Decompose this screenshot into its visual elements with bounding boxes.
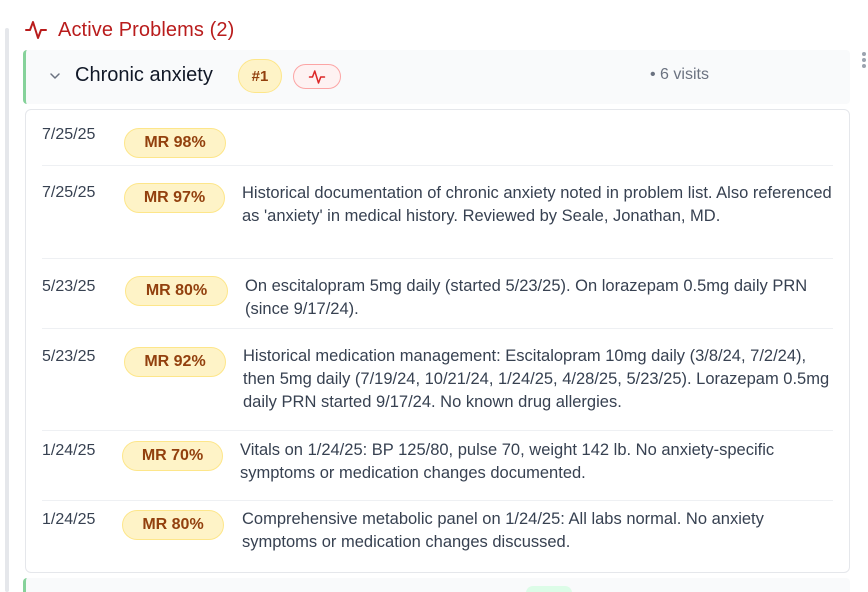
entry-note: Historical medication management: Escita… xyxy=(243,347,830,411)
entry-note: Vitals on 1/24/25: BP 125/80, pulse 70, … xyxy=(240,441,775,482)
drag-handle-icon[interactable] xyxy=(862,52,866,68)
rank-badge: #1 xyxy=(238,59,282,93)
entry-note: Historical documentation of chronic anxi… xyxy=(242,184,832,225)
match-rate-badge: MR 80% xyxy=(122,510,224,540)
match-rate-badge: MR 92% xyxy=(124,347,226,377)
list-item: 7/25/25 MR 97% Historical documentation … xyxy=(42,166,833,259)
activity-badge xyxy=(293,64,341,89)
section-header: Active Problems (2) xyxy=(24,16,234,44)
scroll-rail[interactable] xyxy=(5,28,9,592)
entry-note: Comprehensive metabolic panel on 1/24/25… xyxy=(242,510,764,551)
problem-name: Chronic anxiety xyxy=(75,64,213,86)
entry-date: 5/23/25 xyxy=(42,348,96,365)
entry-date: 5/23/25 xyxy=(42,278,96,295)
activity-icon xyxy=(308,69,326,84)
problem-card-header[interactable]: Chronic anxiety #1 • 6 visits xyxy=(23,50,850,104)
entry-date: 7/25/25 xyxy=(42,126,96,143)
match-rate-badge: MR 70% xyxy=(122,441,223,471)
chevron-down-icon[interactable] xyxy=(48,69,62,83)
list-item: 5/23/25 MR 92% Historical medication man… xyxy=(42,329,833,431)
match-rate-badge: MR 80% xyxy=(125,276,228,306)
evidence-list: 7/25/25 MR 98% 7/25/25 MR 97% Historical… xyxy=(25,109,850,573)
list-item: 1/24/25 MR 80% Comprehensive metabolic p… xyxy=(42,501,833,573)
section-title: Active Problems (2) xyxy=(58,18,235,41)
visit-count: • 6 visits xyxy=(650,66,709,83)
activity-icon xyxy=(25,21,47,39)
list-item: 1/24/25 MR 70% Vitals on 1/24/25: BP 125… xyxy=(42,431,833,501)
status-badge xyxy=(526,586,572,592)
entry-date: 1/24/25 xyxy=(42,442,96,459)
entry-date: 7/25/25 xyxy=(42,184,96,201)
problem-card-header[interactable] xyxy=(23,578,850,592)
list-item: 7/25/25 MR 98% xyxy=(42,126,833,166)
entry-note: On escitalopram 5mg daily (started 5/23/… xyxy=(245,277,808,318)
entry-date: 1/24/25 xyxy=(42,511,96,528)
match-rate-badge: MR 98% xyxy=(124,128,226,158)
list-item: 5/23/25 MR 80% On escitalopram 5mg daily… xyxy=(42,259,833,329)
match-rate-badge: MR 97% xyxy=(124,183,225,213)
